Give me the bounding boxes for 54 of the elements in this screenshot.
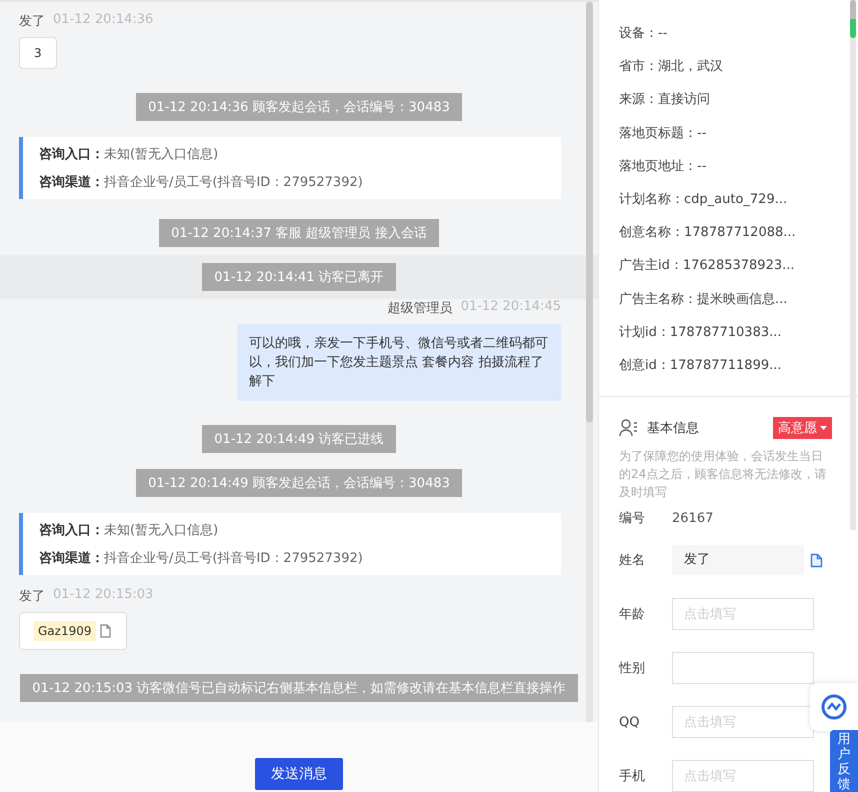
entry-value: 抖音企业号/员工号(抖音号ID：279527392) xyxy=(104,175,363,190)
scrollbar[interactable] xyxy=(586,2,593,722)
entry-label: 咨询入口： xyxy=(39,147,104,162)
source-info-item: 广告主id：176285378923... xyxy=(619,257,796,276)
wechat-id-tag: Gaz1909 xyxy=(34,621,96,641)
sender-name: 发了 xyxy=(19,13,45,30)
entry-label: 咨询入口： xyxy=(39,523,104,538)
source-info-item: 广告主名称：提米映画信息... xyxy=(619,290,788,308)
message-time: 01-12 20:14:36 xyxy=(53,12,154,29)
field-label: QQ xyxy=(619,714,640,730)
entry-label: 咨询渠道： xyxy=(39,551,104,566)
system-notice: 01-12 20:14:49 访客已进线 xyxy=(202,425,396,453)
message-time: 01-12 20:14:45 xyxy=(460,299,561,316)
message-bubble: 可以的哦，亲发一下手机号、微信号或者二维码都可以，我们加一下您发主题景点 套餐内容 拍摄流程了解下 xyxy=(237,324,561,401)
system-notice: 01-12 20:14:36 顾客发起会话，会话编号：30483 xyxy=(136,93,462,121)
entry-value: 抖音企业号/员工号(抖音号ID：279527392) xyxy=(104,551,363,566)
source-info-item: 创意名称：178787712088... xyxy=(619,224,797,242)
entry-value: 未知(暂无入口信息) xyxy=(104,147,218,162)
copy-icon[interactable] xyxy=(98,624,112,638)
sender-name: 发了 xyxy=(19,588,45,605)
field-label: 编号 xyxy=(619,510,646,528)
field-label: 姓名 xyxy=(619,552,646,570)
source-info-item: 来源：直接访问 xyxy=(619,91,711,110)
system-notice: 01-12 20:14:41 访客已离开 xyxy=(202,263,396,291)
system-notice: 01-12 20:14:49 顾客发起会话，会话编号：30483 xyxy=(136,469,462,497)
field-label: 年龄 xyxy=(619,606,646,624)
source-info-item: 落地页标题：-- xyxy=(619,124,708,143)
caret-icon xyxy=(820,426,827,431)
feedback-tab[interactable]: 用户反馈 xyxy=(830,730,858,792)
field-label: 手机 xyxy=(619,768,646,786)
message-bubble: 3 xyxy=(19,37,57,69)
field-value: 26167 xyxy=(672,510,714,526)
name-field[interactable]: 发了 xyxy=(672,545,804,576)
user-list-icon xyxy=(619,419,639,438)
field-label: 性别 xyxy=(619,660,646,678)
chat-assistant-icon[interactable] xyxy=(810,683,858,731)
system-notice: 01-12 20:15:03 访客微信号已自动标记右侧基本信息栏，如需修改请在基本信息栏直接操作 xyxy=(20,674,578,702)
source-info-item: 计划id：178787710383... xyxy=(619,324,783,342)
source-info-item: 设备：-- xyxy=(619,25,668,43)
entry-label: 咨询渠道： xyxy=(39,175,104,190)
source-info-item: 计划名称：cdp_auto_729... xyxy=(619,190,788,209)
copy-icon[interactable] xyxy=(810,552,823,568)
intent-dropdown[interactable]: 高意愿 xyxy=(773,417,832,440)
source-info-item: 创意id：178787711899... xyxy=(619,356,783,375)
section-title: 基本信息 xyxy=(647,420,700,438)
notice-text: 为了保障您的使用体验，会话发生当日的24点之后，顾客信息将无法修改，请及时填写 xyxy=(619,448,828,502)
message-time: 01-12 20:15:03 xyxy=(53,587,154,604)
send-button[interactable]: 发送消息 xyxy=(255,758,343,790)
entry-value: 未知(暂无入口信息) xyxy=(104,523,218,538)
select-field[interactable] xyxy=(672,652,814,684)
source-info-item: 省市：湖北，武汉 xyxy=(619,58,724,76)
sender-name: 超级管理员 xyxy=(388,300,453,317)
source-info-item: 落地页地址：-- xyxy=(619,158,708,176)
system-notice: 01-12 20:14:37 客服 超级管理员 接入会话 xyxy=(159,219,439,247)
